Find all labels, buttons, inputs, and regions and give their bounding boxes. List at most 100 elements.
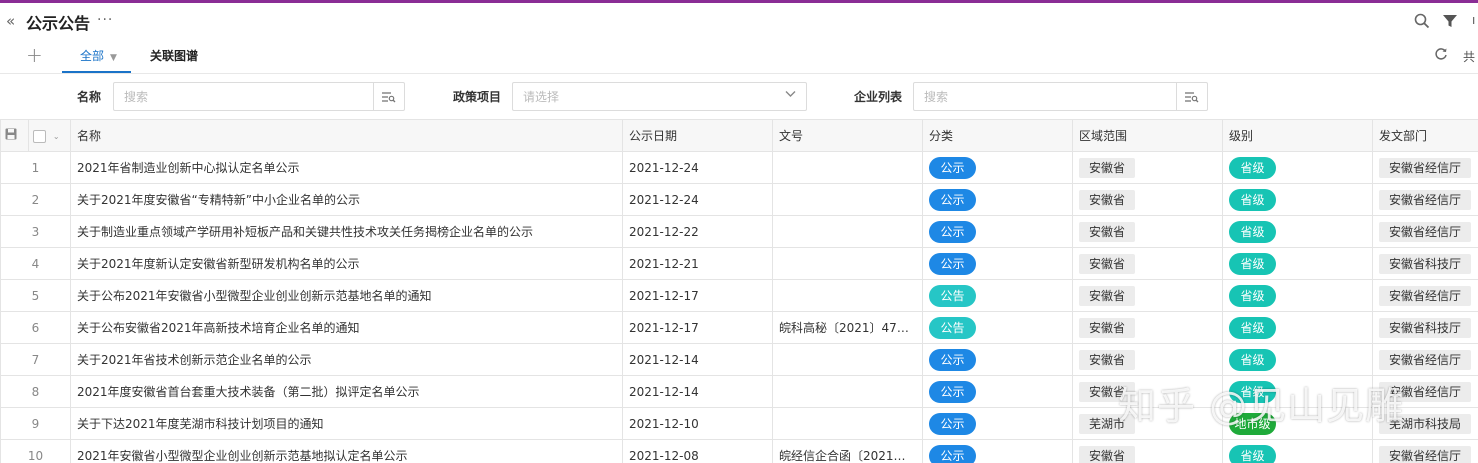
- table-row[interactable]: 3 关于制造业重点领域产学研用补短板产品和关键共性技术攻关任务揭榜企业名单的公示 2…: [0, 215, 1478, 248]
- company-filter-label: 企业列表: [854, 90, 903, 104]
- col-header-dept[interactable]: 发文部门: [1372, 119, 1478, 152]
- total-count-label: 共: [1463, 50, 1476, 64]
- cell-category: 公示: [922, 215, 1073, 248]
- name-search-input[interactable]: [114, 83, 369, 110]
- cell-name[interactable]: 关于2021年度安徽省“专精特新”中小企业名单的公示: [70, 183, 623, 216]
- table-row[interactable]: 10 2021年安徽省小型微型企业创业创新示范基地拟认定名单公示 2021-12-0…: [0, 439, 1478, 463]
- cell-doc: [772, 375, 923, 408]
- cell-name[interactable]: 关于2021年省技术创新示范企业名单的公示: [70, 343, 623, 376]
- cell-doc: 皖经信企合函〔2021〕...: [772, 439, 923, 463]
- company-filter: [913, 82, 1208, 111]
- col-header-level[interactable]: 级别: [1222, 119, 1373, 152]
- cell-name[interactable]: 关于公布2021年安徽省小型微型企业创业创新示范基地名单的通知: [70, 279, 623, 312]
- add-tab-button[interactable]: +: [26, 43, 43, 67]
- cell-date: 2021-12-22: [622, 215, 773, 248]
- cell-dept: 芜湖市科技局: [1372, 407, 1478, 440]
- page-title: 公示公告: [26, 14, 91, 33]
- cell-date: 2021-12-14: [622, 375, 773, 408]
- table-row[interactable]: 9 关于下达2021年度芜湖市科技计划项目的通知 2021-12-10 公示 芜湖市 地市…: [0, 407, 1478, 440]
- category-badge: 公示: [929, 380, 976, 403]
- cell-name[interactable]: 关于公布安徽省2021年高新技术培育企业名单的通知: [70, 311, 623, 344]
- cell-date: 2021-12-14: [622, 343, 773, 376]
- chevron-down-icon[interactable]: ⌄: [53, 132, 60, 141]
- dept-badge: 安徽省经信厅: [1379, 445, 1472, 463]
- tab-all[interactable]: 全部 ▼: [80, 47, 117, 64]
- dept-badge: 安徽省经信厅: [1379, 349, 1472, 370]
- level-badge: 省级: [1229, 156, 1276, 179]
- list-search-icon[interactable]: [1176, 83, 1207, 110]
- cell-region: 安徽省: [1072, 439, 1223, 463]
- cell-doc: [772, 343, 923, 376]
- cell-region: 安徽省: [1072, 311, 1223, 344]
- search-icon[interactable]: [1414, 13, 1430, 32]
- row-number: 5: [0, 279, 71, 312]
- cell-name[interactable]: 关于制造业重点领域产学研用补短板产品和关键共性技术攻关任务揭榜企业名单的公示: [70, 215, 623, 248]
- filter-icon[interactable]: [1442, 13, 1458, 32]
- col-header-doc[interactable]: 文号: [772, 119, 923, 152]
- select-all-checkbox[interactable]: ⌄: [28, 119, 71, 152]
- cell-region: 安徽省: [1072, 247, 1223, 280]
- cell-name[interactable]: 关于2021年度新认定安徽省新型研发机构名单的公示: [70, 247, 623, 280]
- cell-category: 公示: [922, 343, 1073, 376]
- row-number: 3: [0, 215, 71, 248]
- table-row[interactable]: 1 2021年省制造业创新中心拟认定名单公示 2021-12-24 公示 安徽省 省级 安徽…: [0, 151, 1478, 184]
- cell-dept: 安徽省经信厅: [1372, 183, 1478, 216]
- dept-badge: 安徽省经信厅: [1379, 285, 1472, 306]
- dept-badge: 芜湖市科技局: [1379, 413, 1472, 434]
- more-icon[interactable]: ···: [97, 12, 113, 28]
- level-badge: 省级: [1229, 444, 1276, 463]
- category-badge: 公告: [929, 316, 976, 339]
- chevron-down-icon[interactable]: [785, 90, 796, 101]
- policy-select-input[interactable]: [513, 83, 773, 110]
- region-badge: 安徽省: [1079, 253, 1136, 274]
- cell-dept: 安徽省科技厅: [1372, 247, 1478, 280]
- cell-region: 安徽省: [1072, 375, 1223, 408]
- level-badge: 省级: [1229, 220, 1276, 243]
- col-header-category[interactable]: 分类: [922, 119, 1073, 152]
- region-badge: 安徽省: [1079, 157, 1136, 178]
- category-badge: 公示: [929, 412, 976, 435]
- list-search-icon[interactable]: [373, 83, 404, 110]
- dept-badge: 安徽省经信厅: [1379, 221, 1472, 242]
- col-header-date[interactable]: 公示日期: [622, 119, 773, 152]
- region-badge: 安徽省: [1079, 349, 1136, 370]
- policy-select[interactable]: [512, 82, 807, 111]
- refresh-icon[interactable]: [1434, 47, 1448, 65]
- level-badge: 省级: [1229, 252, 1276, 275]
- collapse-icon[interactable]: «: [6, 12, 15, 30]
- table-row[interactable]: 6 关于公布安徽省2021年高新技术培育企业名单的通知 2021-12-17 皖科高秘…: [0, 311, 1478, 344]
- table-row[interactable]: 7 关于2021年省技术创新示范企业名单的公示 2021-12-14 公示 安徽省 省级 安…: [0, 343, 1478, 376]
- cell-name[interactable]: 2021年安徽省小型微型企业创业创新示范基地拟认定名单公示: [70, 439, 623, 463]
- tab-all-label: 全部: [80, 49, 105, 63]
- col-header-name[interactable]: 名称: [70, 119, 623, 152]
- cell-level: 省级: [1222, 311, 1373, 344]
- name-filter: [113, 82, 405, 111]
- table-row[interactable]: 5 关于公布2021年安徽省小型微型企业创业创新示范基地名单的通知 2021-12-…: [0, 279, 1478, 312]
- dept-badge: 安徽省经信厅: [1379, 381, 1472, 402]
- cell-name[interactable]: 2021年度安徽省首台套重大技术装备（第二批）拟评定名单公示: [70, 375, 623, 408]
- cell-level: 省级: [1222, 151, 1373, 184]
- save-icon[interactable]: [0, 119, 29, 152]
- row-number: 6: [0, 311, 71, 344]
- category-badge: 公示: [929, 444, 976, 463]
- cell-category: 公示: [922, 407, 1073, 440]
- table-row[interactable]: 2 关于2021年度安徽省“专精特新”中小企业名单的公示 2021-12-24 公示 安…: [0, 183, 1478, 216]
- cell-name[interactable]: 2021年省制造业创新中心拟认定名单公示: [70, 151, 623, 184]
- col-header-region[interactable]: 区域范围: [1072, 119, 1223, 152]
- cell-doc: [772, 407, 923, 440]
- cell-doc: [772, 183, 923, 216]
- table-row[interactable]: 4 关于2021年度新认定安徽省新型研发机构名单的公示 2021-12-21 公示 安徽…: [0, 247, 1478, 280]
- company-search-input[interactable]: [914, 83, 1172, 110]
- category-badge: 公示: [929, 156, 976, 179]
- chevron-down-icon[interactable]: ▼: [110, 53, 117, 63]
- tab-graph[interactable]: 关联图谱: [150, 47, 198, 64]
- level-badge: 省级: [1229, 188, 1276, 211]
- level-badge: 地市级: [1229, 412, 1276, 435]
- category-badge: 公示: [929, 220, 976, 243]
- table-row[interactable]: 8 2021年度安徽省首台套重大技术装备（第二批）拟评定名单公示 2021-12-1…: [0, 375, 1478, 408]
- cell-name[interactable]: 关于下达2021年度芜湖市科技计划项目的通知: [70, 407, 623, 440]
- cell-category: 公示: [922, 247, 1073, 280]
- region-badge: 安徽省: [1079, 221, 1136, 242]
- region-badge: 安徽省: [1079, 317, 1136, 338]
- cell-dept: 安徽省经信厅: [1372, 375, 1478, 408]
